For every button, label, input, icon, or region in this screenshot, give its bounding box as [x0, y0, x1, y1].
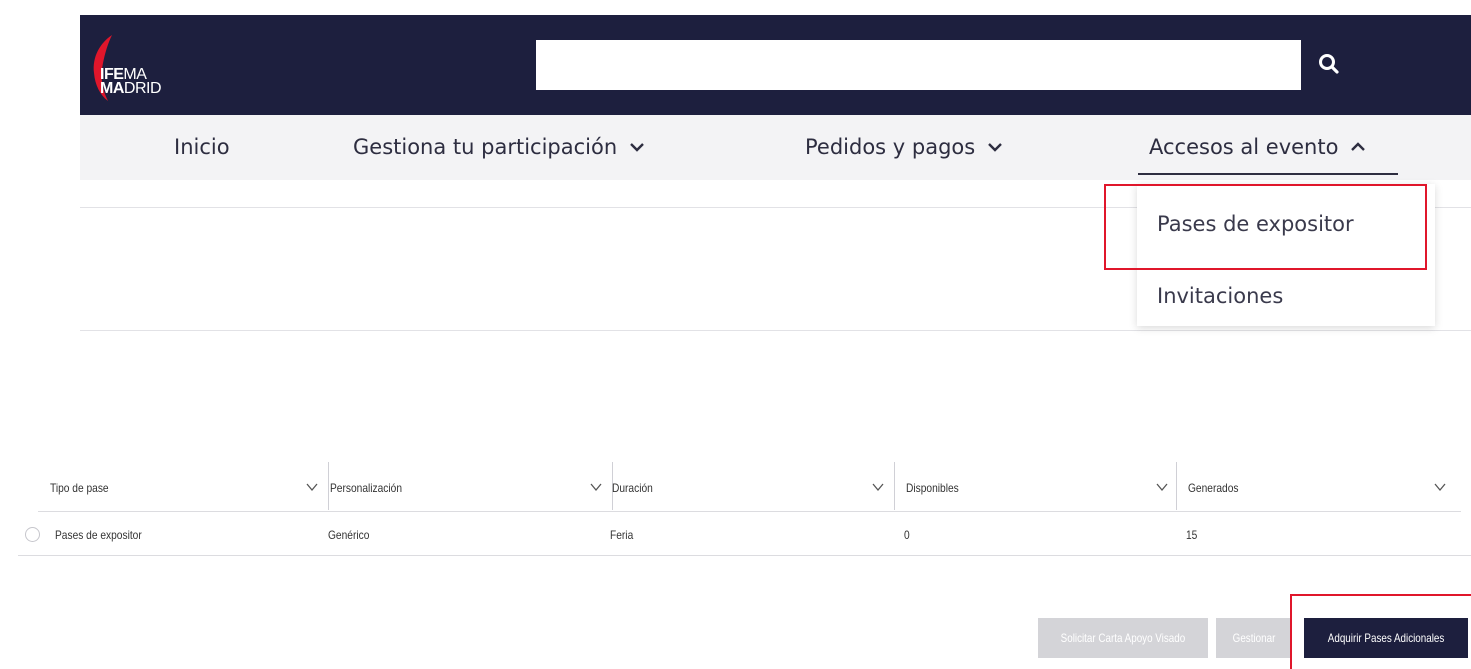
nav-item-pedidos[interactable]: Pedidos y pagos	[805, 135, 1003, 159]
nav-item-inicio[interactable]: Inicio	[174, 135, 230, 159]
ifema-logo[interactable]: IFEMA MADRID	[86, 33, 196, 103]
nav-item-label: Inicio	[174, 135, 230, 159]
table-cell: 15	[1186, 528, 1198, 542]
ifema-logo-text: IFEMA MADRID	[100, 66, 162, 97]
table-cell: Pases de expositor	[55, 528, 142, 542]
column-header-label: Tipo de pase	[50, 481, 109, 495]
chevron-down-icon	[306, 483, 318, 492]
highlight-box	[1290, 594, 1471, 669]
chevron-down-icon	[872, 483, 884, 492]
table-cell: Genérico	[328, 528, 370, 542]
column-header-label: Duración	[612, 481, 653, 495]
nav-item-accesos[interactable]: Accesos al evento	[1149, 135, 1366, 159]
column-header-label: Disponibles	[906, 481, 959, 495]
chevron-down-icon	[630, 143, 644, 152]
search-input[interactable]	[536, 40, 1301, 90]
chevron-down-icon	[988, 143, 1003, 152]
divider	[80, 330, 1471, 331]
column-header-disponibles[interactable]: Disponibles	[894, 462, 1188, 512]
main-nav: Inicio Gestiona tu participación Pedidos…	[80, 115, 1471, 180]
nav-item-label: Pedidos y pagos	[805, 135, 976, 159]
table-row[interactable]: Pases de expositor Genérico Feria 0 15	[18, 512, 1471, 556]
highlight-box	[1104, 184, 1427, 270]
chevron-down-icon	[1434, 483, 1446, 492]
column-header-label: Generados	[1188, 481, 1239, 495]
menu-item-invitaciones[interactable]: Invitaciones	[1157, 284, 1283, 308]
nav-active-indicator	[1138, 173, 1398, 175]
column-header-generados[interactable]: Generados	[1176, 462, 1461, 512]
column-header-duracion[interactable]: Duración	[600, 462, 894, 512]
column-header-tipo[interactable]: Tipo de pase	[38, 462, 328, 512]
solicitar-carta-button[interactable]: Solicitar Carta Apoyo Visado	[1038, 618, 1208, 658]
site-header: IFEMA MADRID	[80, 15, 1471, 115]
table-cell: Feria	[610, 528, 634, 542]
gestionar-button[interactable]: Gestionar	[1216, 618, 1292, 658]
chevron-up-icon	[1351, 142, 1366, 151]
search-icon[interactable]	[1316, 51, 1342, 77]
row-select-radio[interactable]	[25, 527, 40, 542]
chevron-down-icon	[1156, 483, 1168, 492]
nav-item-label: Gestiona tu participación	[353, 135, 618, 159]
nav-item-label: Accesos al evento	[1149, 135, 1339, 159]
column-header-personalizacion[interactable]: Personalización	[318, 462, 612, 512]
column-header-label: Personalización	[330, 481, 403, 495]
table-cell: 0	[904, 528, 910, 542]
nav-item-gestiona[interactable]: Gestiona tu participación	[353, 135, 645, 159]
